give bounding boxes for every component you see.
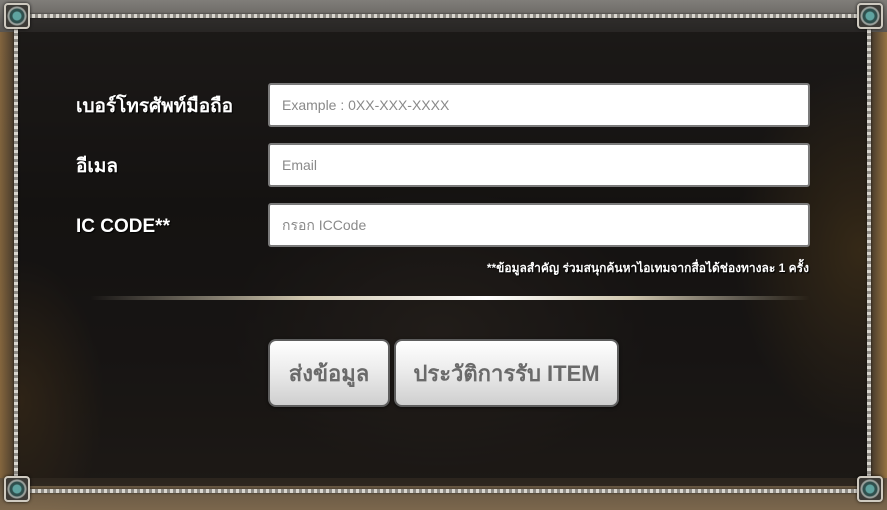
item-history-button[interactable]: ประวัติการรับ ITEM — [394, 339, 619, 407]
frame-corner-bottom-left-icon — [4, 476, 30, 502]
iccode-label: IC CODE** — [76, 216, 170, 237]
phone-label: เบอร์โทรศัพท์มือถือ — [76, 96, 234, 117]
frame-bottom-border — [26, 489, 861, 493]
submit-button[interactable]: ส่งข้อมูล — [268, 339, 390, 407]
section-divider — [90, 296, 810, 300]
frame-corner-top-left-icon — [4, 3, 30, 29]
frame-top-border — [26, 14, 861, 18]
iccode-input[interactable] — [268, 203, 810, 247]
phone-input[interactable] — [268, 83, 810, 127]
frame-left-border — [14, 24, 18, 479]
frame-corner-bottom-right-icon — [857, 476, 883, 502]
email-label: อีเมล — [76, 156, 119, 177]
email-input[interactable] — [268, 143, 810, 187]
frame-right-border — [867, 24, 871, 479]
background-right-strip — [869, 32, 887, 478]
iccode-note: **ข้อมูลสำคัญ ร่วมสนุกค้นหาไอเทมจากสื่อไ… — [486, 261, 809, 275]
frame-corner-top-right-icon — [857, 3, 883, 29]
